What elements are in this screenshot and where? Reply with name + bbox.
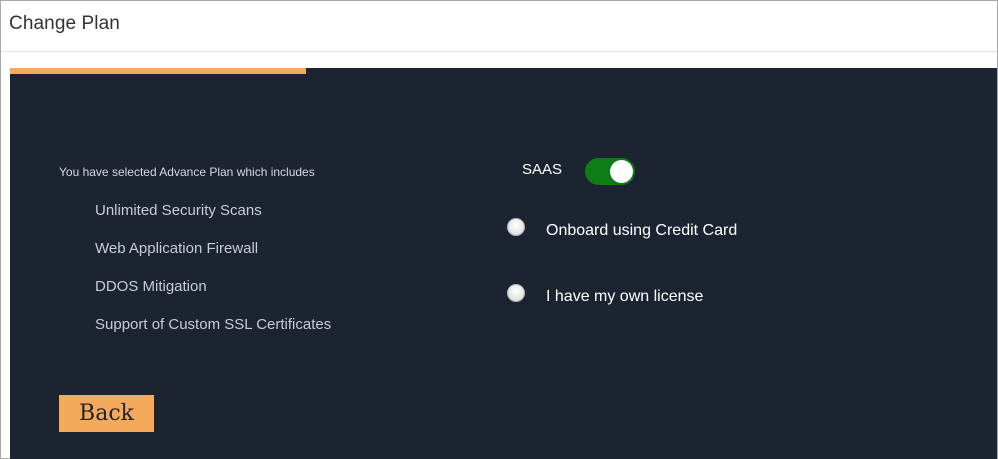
own-license-radio[interactable]: [507, 284, 525, 302]
credit-card-label: Onboard using Credit Card: [546, 222, 738, 239]
feature-item: DDOS Mitigation: [95, 278, 207, 295]
page-title: Change Plan: [9, 13, 120, 34]
own-license-label: I have my own license: [546, 288, 704, 305]
feature-item: Support of Custom SSL Certificates: [95, 316, 332, 333]
back-button[interactable]: Back: [59, 395, 154, 432]
feature-item: Unlimited Security Scans: [95, 202, 262, 219]
own-license-option[interactable]: I have my own license: [507, 280, 703, 306]
credit-card-radio[interactable]: [507, 218, 525, 236]
header-bar: Change Plan: [1, 1, 997, 52]
feature-list: Unlimited Security Scans Web Application…: [95, 202, 331, 354]
feature-item: Web Application Firewall: [95, 240, 259, 257]
progress-bar: [10, 68, 307, 74]
change-plan-window: Change Plan You have selected Advance Pl…: [0, 0, 998, 459]
plan-intro-text: You have selected Advance Plan which inc…: [59, 165, 315, 179]
toggle-knob: [610, 160, 633, 183]
plan-panel: You have selected Advance Plan which inc…: [10, 68, 997, 459]
credit-card-option[interactable]: Onboard using Credit Card: [507, 214, 737, 240]
saas-toggle[interactable]: [585, 158, 635, 185]
saas-label: SAAS: [522, 161, 563, 178]
